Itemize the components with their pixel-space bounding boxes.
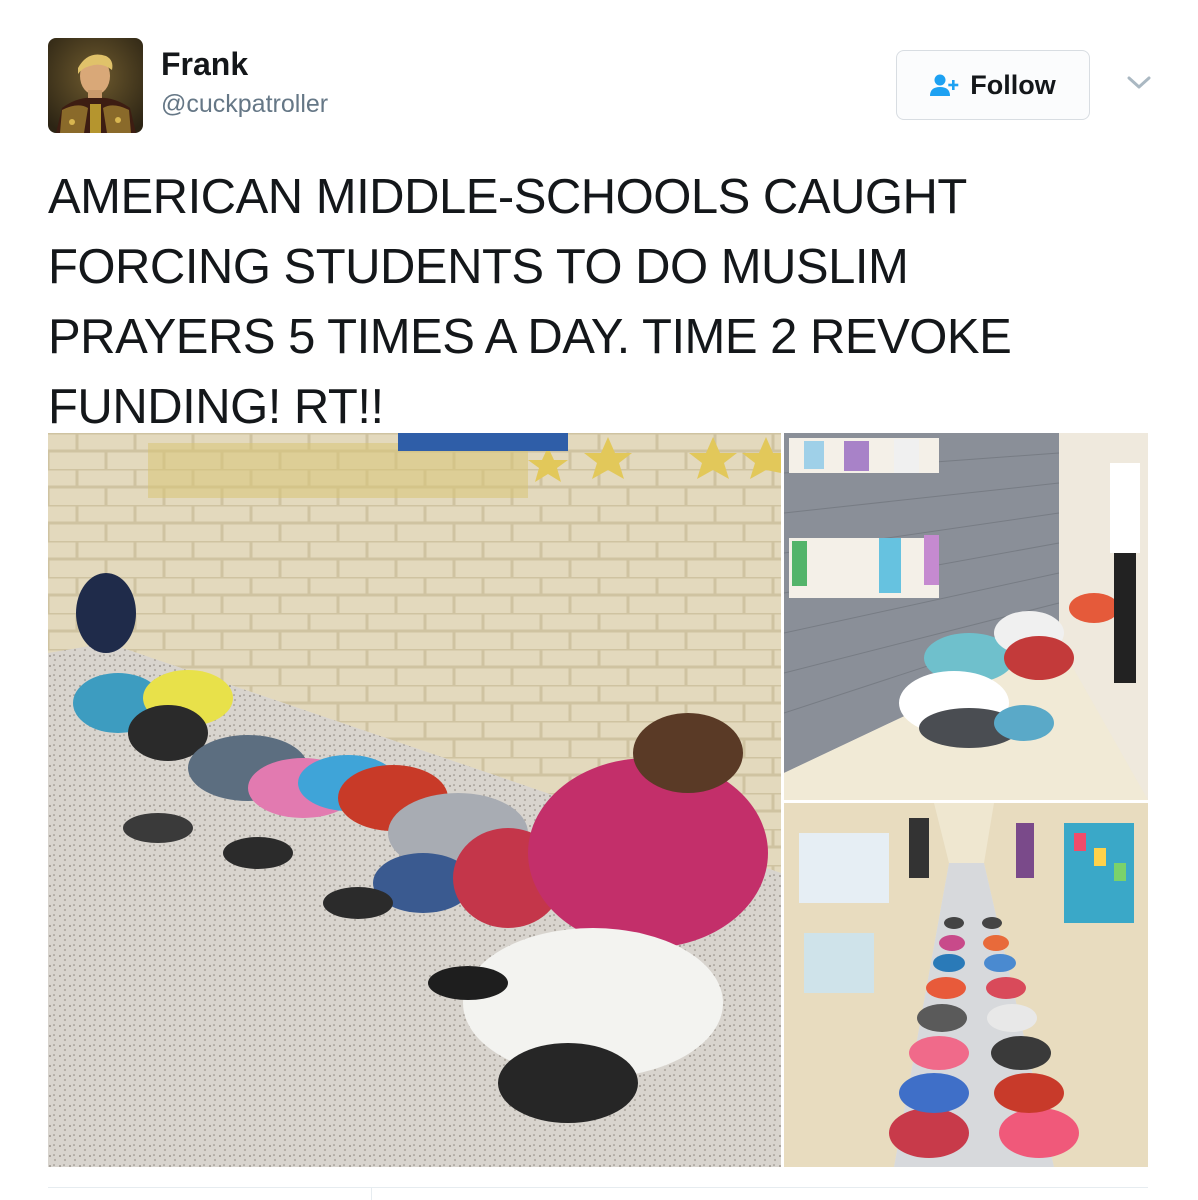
photo-top-right[interactable] [784, 433, 1148, 800]
follow-label: Follow [970, 69, 1056, 100]
hallway-photo-image [784, 803, 1148, 1167]
photo-main[interactable] [48, 433, 781, 1167]
tweet-text: AMERICAN MIDDLE-SCHOOLS CAUGHT FORCING S… [48, 170, 1012, 434]
add-user-icon [930, 74, 959, 96]
user-handle[interactable]: @cuckpatroller [161, 88, 328, 120]
footer-divider [48, 1187, 1148, 1188]
media-grid[interactable] [48, 433, 1148, 1167]
portrait-avatar-icon [48, 38, 143, 133]
display-name[interactable]: Frank [161, 44, 248, 84]
photo-bottom-right[interactable] [784, 803, 1148, 1167]
avatar[interactable] [48, 38, 143, 133]
hallway-photo-image [784, 433, 1148, 800]
hallway-photo-image [48, 433, 781, 1167]
follow-button[interactable]: Follow [896, 50, 1090, 120]
chevron-down-icon[interactable] [1125, 72, 1153, 92]
footer-column-divider [371, 1187, 372, 1200]
